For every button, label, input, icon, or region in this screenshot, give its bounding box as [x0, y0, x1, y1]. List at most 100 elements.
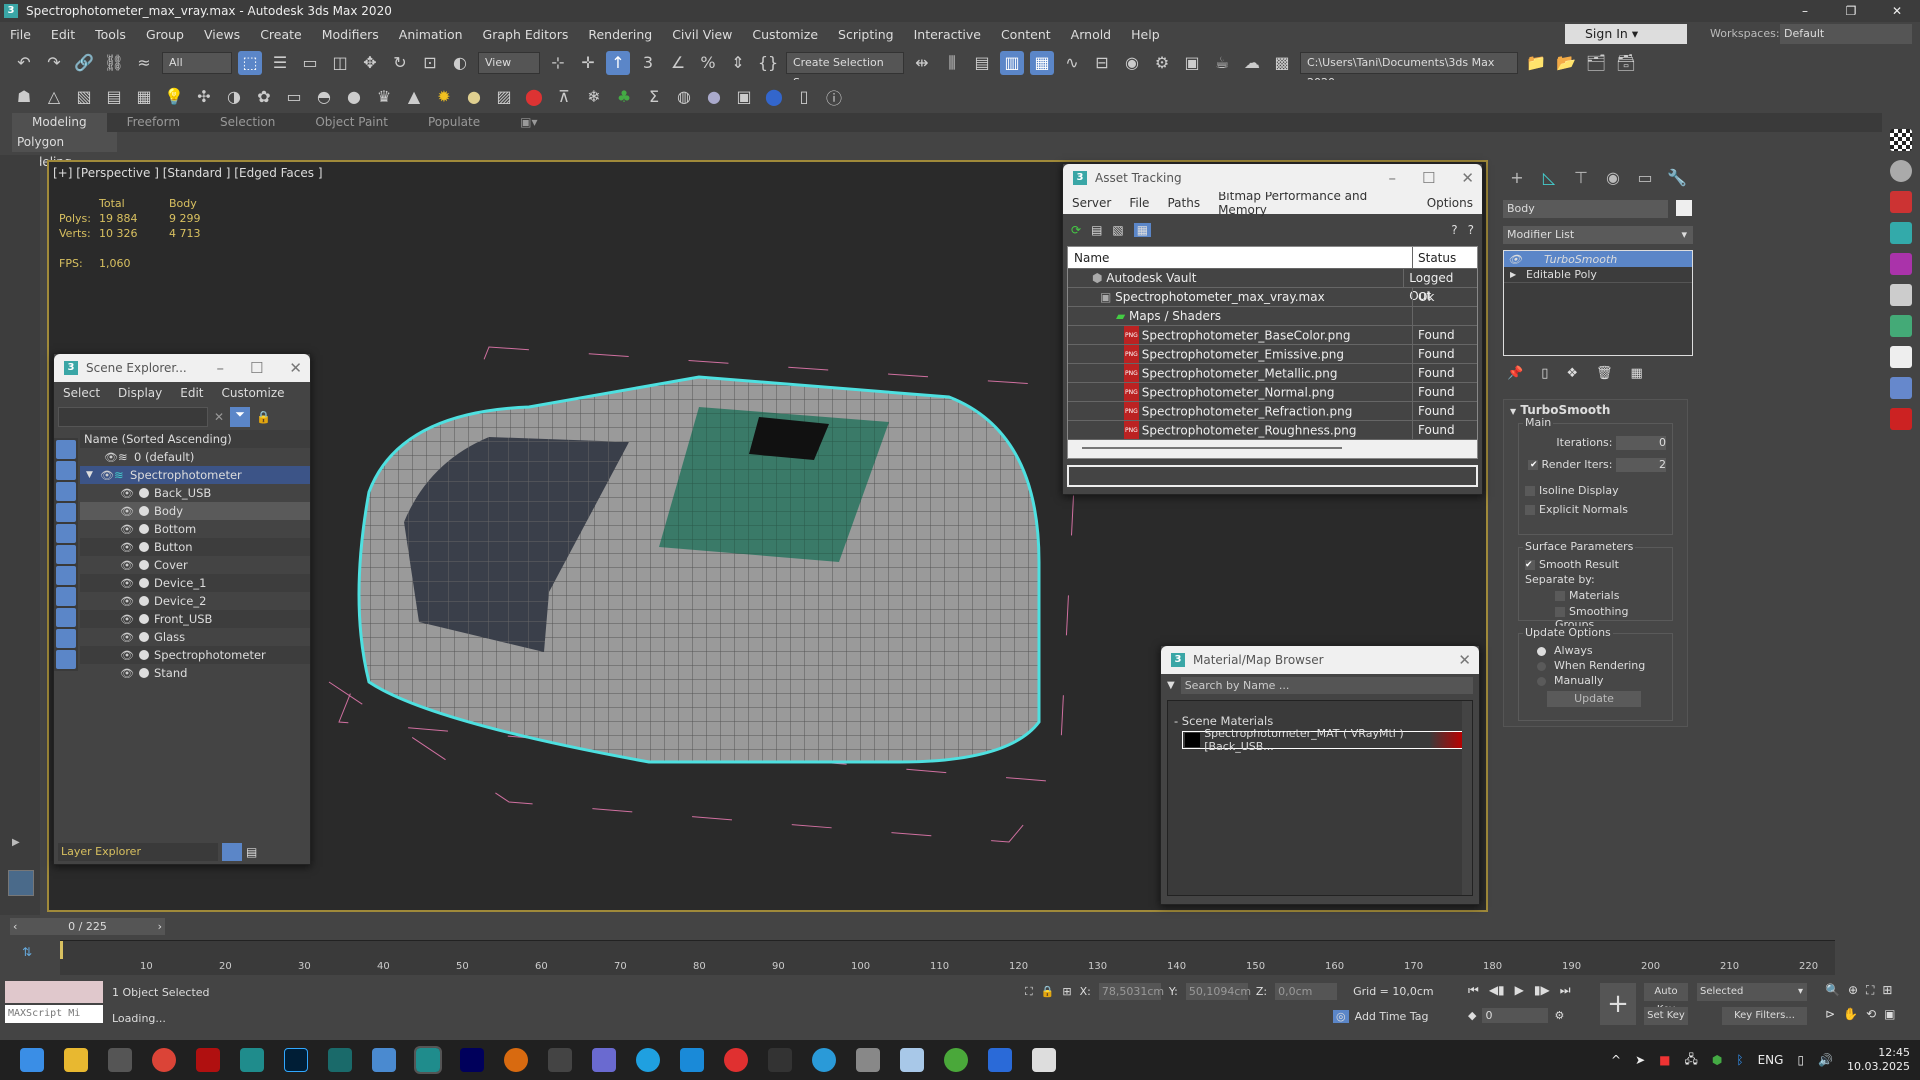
chrome-icon[interactable] [152, 1048, 176, 1072]
sphere-light-icon[interactable]: ● [342, 85, 366, 109]
zoom-extents-icon[interactable]: ⛶ [1866, 983, 1874, 998]
utilities-tab-icon[interactable]: 🔧 [1663, 168, 1691, 190]
minimize-icon[interactable]: – [216, 354, 224, 382]
bones-filter-icon[interactable] [56, 608, 76, 627]
lights-filter-icon[interactable] [56, 482, 76, 501]
schematic-icon[interactable] [1890, 346, 1912, 368]
layers-icon[interactable] [222, 843, 242, 861]
stack-item-editable-poly[interactable]: ▶ Editable Poly [1504, 267, 1692, 283]
tray-bluetooth-icon[interactable]: ᛒ [1736, 1053, 1743, 1067]
configure-sets-icon[interactable]: ▦ [1631, 366, 1643, 381]
object-name-field[interactable]: Body [1503, 200, 1668, 218]
3dsmax-active-icon[interactable] [414, 1046, 442, 1074]
smoothing-groups-checkbox[interactable] [1555, 607, 1565, 617]
bind-spacewarp-icon[interactable]: ≈ [132, 51, 156, 75]
orbit-icon[interactable]: ⟲ [1866, 1007, 1876, 1021]
remove-modifier-icon[interactable]: 🗑 [1596, 366, 1613, 381]
time-config-icon[interactable]: ⚙ [1554, 1009, 1564, 1022]
field-of-view-icon[interactable]: ⊳ [1825, 1007, 1835, 1021]
dome-light-icon[interactable]: ◓ [312, 85, 336, 109]
render-cloud-icon[interactable]: ☁ [1240, 51, 1264, 75]
telegram-icon[interactable] [812, 1048, 836, 1072]
scene-explorer-titlebar[interactable]: 3 Scene Explorer... – ☐ ✕ [54, 354, 310, 382]
material-search-input[interactable]: Search by Name ... [1180, 676, 1473, 694]
table-view-icon[interactable]: ▦ [1133, 223, 1152, 237]
menu-modifiers[interactable]: Modifiers [312, 27, 389, 42]
set-key-big-icon[interactable]: + [1600, 983, 1636, 1025]
next-frame-icon[interactable]: › [158, 918, 165, 935]
asset-row[interactable]: PNG Spectrophotometer_Roughness.png Found [1068, 421, 1477, 440]
prev-key-icon[interactable]: ◀▮ [1489, 983, 1505, 998]
cone-light-icon[interactable]: ▲ [402, 85, 426, 109]
snap-icon[interactable]: 3 [636, 51, 660, 75]
menu-civil-view[interactable]: Civil View [662, 27, 742, 42]
selection-set-dropdown[interactable]: Create Selection Se [786, 51, 904, 89]
expand-triangle-icon[interactable]: ▶ [1504, 270, 1526, 279]
rotate-icon[interactable]: ↻ [388, 51, 412, 75]
shapes-filter-icon[interactable] [56, 461, 76, 480]
expand-triangle-icon[interactable]: ▼ [86, 470, 100, 480]
terminal-icon[interactable] [768, 1048, 792, 1072]
scene-object-row[interactable]: 👁 Spectrophotometer [80, 646, 310, 664]
task-view-icon[interactable] [108, 1048, 132, 1072]
plant-icon[interactable]: ♣ [612, 85, 636, 109]
scene-object-row[interactable]: 👁 Bottom [80, 520, 310, 538]
auto-key-button[interactable]: Auto Key [1644, 983, 1688, 1015]
prev-frame-icon[interactable]: ‹ [10, 918, 17, 935]
render-iters-spinner[interactable]: 2 [1616, 458, 1666, 472]
curve-editor-icon[interactable]: ∿ [1060, 51, 1084, 75]
scene-object-row[interactable]: 👁 Button [80, 538, 310, 556]
visibility-eye-icon[interactable]: 👁 [120, 505, 134, 518]
x-coordinate-field[interactable]: 78,5031cm [1098, 983, 1164, 1000]
select-by-name-icon[interactable]: ☰ [268, 51, 292, 75]
rect-selection-icon[interactable]: ▭ [298, 51, 322, 75]
refresh-icon[interactable]: ⟳ [1071, 223, 1081, 237]
close-button[interactable]: ✕ [1874, 0, 1920, 22]
tray-network-icon[interactable]: 🖧 [1685, 1050, 1698, 1071]
cube-icon[interactable] [1890, 377, 1912, 399]
vray-icon[interactable]: ✿ [252, 85, 276, 109]
spacewarps-filter-icon[interactable] [56, 545, 76, 564]
scene-search-input[interactable] [58, 407, 208, 427]
filter-icon[interactable]: ⏷ [230, 407, 251, 427]
reference-coord-dropdown[interactable]: View [478, 51, 540, 74]
undo-icon[interactable]: ↶ [12, 51, 36, 75]
checker-icon[interactable] [1890, 129, 1912, 151]
modifier-list-dropdown[interactable]: Modifier List ▾ [1503, 226, 1693, 244]
maximize-viewport-icon[interactable]: ▣ [1884, 1007, 1895, 1021]
geometry-filter-icon[interactable] [56, 440, 76, 459]
eye-icon[interactable]: 👁 [1504, 253, 1544, 266]
after-effects-icon[interactable] [460, 1048, 484, 1072]
render-icon[interactable]: ☕ [1210, 51, 1234, 75]
menu-file[interactable]: File [1120, 196, 1158, 210]
mesh-export-icon[interactable]: ⬤ [762, 85, 786, 109]
menu-customize[interactable]: Customize [742, 27, 828, 42]
maximize-button[interactable]: ❐ [1828, 0, 1874, 22]
help-icon[interactable]: ? [1451, 223, 1457, 237]
menu-views[interactable]: Views [194, 27, 250, 42]
listener-color-box[interactable] [5, 981, 103, 1003]
tab-selection[interactable]: Selection [200, 113, 295, 132]
minimize-icon[interactable]: – [1388, 164, 1396, 192]
scene-converter-icon[interactable] [1890, 191, 1912, 213]
edge-icon[interactable] [636, 1048, 660, 1072]
menu-bitmap-performance-and-memory[interactable]: Bitmap Performance and Memory [1209, 189, 1418, 217]
isoline-checkbox[interactable] [1525, 486, 1535, 496]
time-slider[interactable]: ‹ 0 / 225 › [10, 918, 165, 935]
keyboard-shortcut-icon[interactable]: ↑ [606, 50, 630, 75]
scene-object-row[interactable]: 👁 Device_2 [80, 592, 310, 610]
zoom-extents-all-icon[interactable]: ⊞ [1882, 983, 1892, 998]
tray-record-icon[interactable]: ■ [1659, 1053, 1670, 1067]
toggle-ribbon-icon[interactable]: ▥ [1000, 50, 1024, 75]
modify-tab-icon[interactable]: ◺ [1535, 168, 1563, 190]
yandex-icon[interactable] [724, 1048, 748, 1072]
menu-options[interactable]: Options [1418, 196, 1482, 210]
snowflake-icon[interactable]: ❄ [582, 85, 606, 109]
goto-start-icon[interactable]: ⏮ [1468, 983, 1479, 998]
xrefs-filter-icon[interactable] [56, 587, 76, 606]
materials-checkbox[interactable] [1555, 591, 1565, 601]
list-icon[interactable]: ▤ [102, 85, 126, 109]
visibility-eye-icon[interactable]: 👁 [104, 451, 118, 464]
visibility-eye-icon[interactable]: 👁 [120, 631, 134, 644]
time-tag-icon[interactable]: ◎ [1333, 1010, 1349, 1023]
